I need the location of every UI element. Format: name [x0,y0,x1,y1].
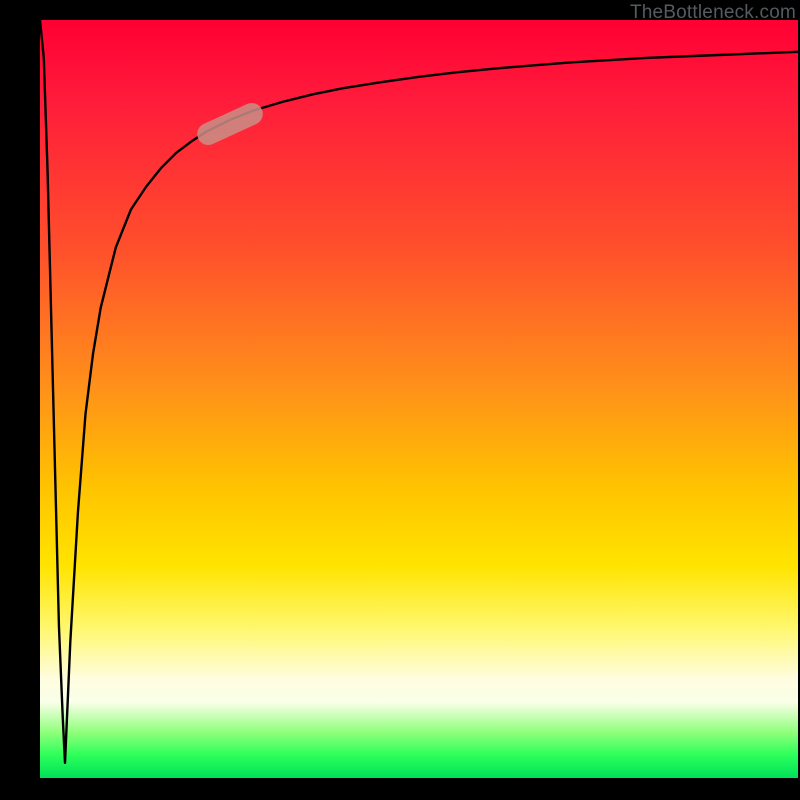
curve-path [40,20,798,763]
plot-area [40,20,798,778]
curve-layer [40,20,798,778]
attribution-label: TheBottleneck.com [630,2,796,24]
chart-frame: TheBottleneck.com [0,0,800,800]
